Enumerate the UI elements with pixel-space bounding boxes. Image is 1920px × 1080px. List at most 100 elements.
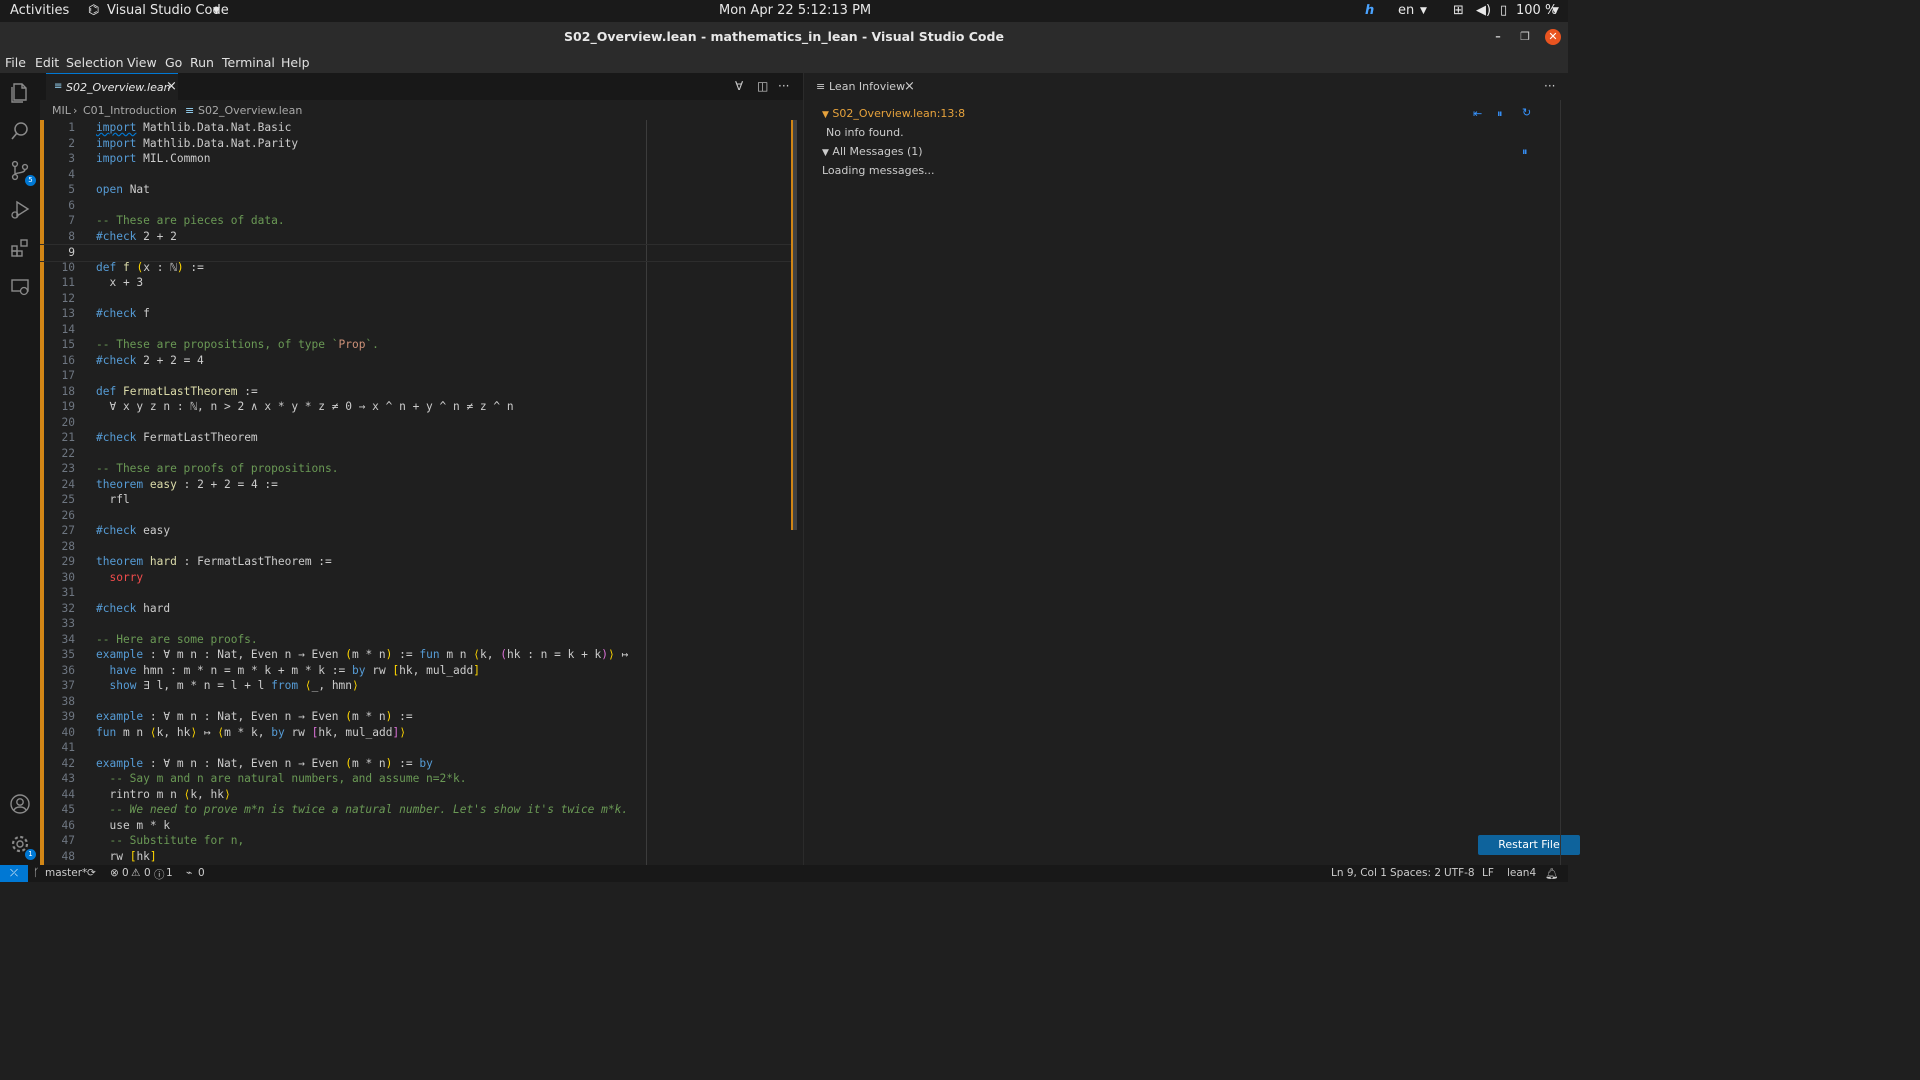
- end-of-line[interactable]: LF: [1482, 867, 1494, 879]
- code-line[interactable]: 6: [40, 198, 795, 214]
- code-line[interactable]: 15 -- These are propositions, of type `Pr…: [40, 337, 795, 353]
- notifications-bell-icon[interactable]: 🔔︎: [1545, 867, 1558, 880]
- indentation[interactable]: Spaces: 2: [1390, 867, 1441, 879]
- breadcrumb-folder-mil[interactable]: MIL: [52, 104, 71, 117]
- code-line[interactable]: 35 example : ∀ m n : Nat, Even n → Even (…: [40, 647, 795, 663]
- network-icon[interactable]: ⊞: [1453, 3, 1464, 18]
- code-line[interactable]: 32 #check hard: [40, 601, 795, 617]
- close-window-icon[interactable]: ✕: [1545, 29, 1561, 45]
- code-line[interactable]: 21 #check FermatLastTheorem: [40, 430, 795, 446]
- branch-name[interactable]: master*: [45, 867, 87, 879]
- sync-icon[interactable]: ⟳: [87, 867, 96, 879]
- settings-gear-icon[interactable]: 1: [8, 833, 36, 860]
- run-debug-icon[interactable]: [8, 198, 32, 222]
- menu-file[interactable]: File: [5, 55, 26, 70]
- breadcrumb-file[interactable]: S02_Overview.lean: [198, 104, 302, 117]
- split-editor-icon[interactable]: ◫: [757, 79, 768, 93]
- restore-icon[interactable]: ❐: [1517, 29, 1533, 45]
- battery-icon[interactable]: ▯: [1500, 3, 1507, 18]
- accounts-icon[interactable]: [8, 793, 32, 817]
- code-line[interactable]: 45 -- We need to prove m*n is twice a na…: [40, 802, 795, 818]
- minimize-icon[interactable]: –: [1490, 29, 1506, 45]
- activities-button[interactable]: Activities: [10, 3, 69, 18]
- cursor-position[interactable]: Ln 9, Col 1: [1331, 867, 1387, 879]
- encoding[interactable]: UTF-8: [1444, 867, 1475, 879]
- menu-selection[interactable]: Selection: [66, 55, 124, 70]
- tab-s02-overview[interactable]: ≡ S02_Overview.lean ×: [46, 73, 178, 101]
- code-line[interactable]: 46 use m * k: [40, 818, 795, 834]
- code-line[interactable]: 24 theorem easy : 2 + 2 = 4 :=: [40, 477, 795, 493]
- explorer-icon[interactable]: [8, 81, 32, 105]
- code-line[interactable]: 13 #check f: [40, 306, 795, 322]
- code-line[interactable]: 26: [40, 508, 795, 524]
- language-indicator[interactable]: en: [1398, 3, 1414, 18]
- code-line[interactable]: 40 fun m n ⟨k, hk⟩ ↦ ⟨m * k, by rw [hk, m…: [40, 725, 795, 741]
- code-line[interactable]: 11 x + 3: [40, 275, 795, 291]
- extensions-icon[interactable]: [8, 237, 32, 261]
- code-line[interactable]: 3 import MIL.Common: [40, 151, 795, 167]
- code-line[interactable]: 1 import Mathlib.Data.Nat.Basic: [40, 120, 795, 136]
- menu-view[interactable]: View: [127, 55, 157, 70]
- code-line[interactable]: 22: [40, 446, 795, 462]
- menu-run[interactable]: Run: [190, 55, 214, 70]
- close-tab-icon[interactable]: ×: [166, 79, 177, 94]
- hp-tray-icon[interactable]: ℎ: [1365, 3, 1374, 18]
- code-line[interactable]: 23 -- These are proofs of propositions.: [40, 461, 795, 477]
- code-line[interactable]: 19 ∀ x y z n : ℕ, n > 2 ∧ x * y * z ≠ 0 …: [40, 399, 795, 415]
- code-line[interactable]: 5 open Nat: [40, 182, 795, 198]
- code-line[interactable]: 25 rfl: [40, 492, 795, 508]
- code-line[interactable]: 34 -- Here are some proofs.: [40, 632, 795, 648]
- code-line[interactable]: 36 have hmn : m * n = m * k + m * k := b…: [40, 663, 795, 679]
- close-infoview-icon[interactable]: ×: [904, 79, 915, 94]
- code-line[interactable]: 47 -- Substitute for n,: [40, 833, 795, 849]
- code-line[interactable]: 16 #check 2 + 2 = 4: [40, 353, 795, 369]
- code-line[interactable]: 27 #check easy: [40, 523, 795, 539]
- code-line[interactable]: 7 -- These are pieces of data.: [40, 213, 795, 229]
- menu-edit[interactable]: Edit: [35, 55, 59, 70]
- language-mode[interactable]: lean4: [1507, 867, 1536, 879]
- volume-icon[interactable]: ◀): [1476, 3, 1491, 18]
- code-line[interactable]: 42 example : ∀ m n : Nat, Even n → Even (…: [40, 756, 795, 772]
- error-count[interactable]: 0: [122, 867, 129, 879]
- refresh-icon[interactable]: ↻: [1522, 106, 1531, 119]
- code-line[interactable]: 4: [40, 167, 795, 183]
- remote-explorer-icon[interactable]: [8, 276, 32, 300]
- source-control-icon[interactable]: 5: [8, 159, 36, 186]
- breadcrumb-folder-chapter[interactable]: C01_Introduction: [83, 104, 177, 117]
- code-line[interactable]: 20: [40, 415, 795, 431]
- infoview-more-actions-icon[interactable]: ···: [1544, 79, 1555, 93]
- warning-count[interactable]: 0: [144, 867, 151, 879]
- code-line[interactable]: 31: [40, 585, 795, 601]
- code-line[interactable]: 39 example : ∀ m n : Nat, Even n → Even (…: [40, 709, 795, 725]
- app-menu-button[interactable]: Visual Studio Code: [107, 3, 229, 18]
- code-editor[interactable]: 1 import Mathlib.Data.Nat.Basic 2 import M…: [40, 120, 803, 865]
- restart-file-button[interactable]: Restart File: [1478, 835, 1580, 855]
- code-line[interactable]: 30 sorry: [40, 570, 795, 586]
- code-line[interactable]: 18 def FermatLastTheorem :=: [40, 384, 795, 400]
- position-header[interactable]: ▼ S02_Overview.lean:13:8: [822, 107, 965, 120]
- messages-pause-icon[interactable]: ⏸: [1522, 145, 1528, 159]
- more-actions-icon[interactable]: ···: [778, 79, 789, 93]
- pin-icon[interactable]: ⇤: [1473, 107, 1482, 120]
- code-line[interactable]: 38: [40, 694, 795, 710]
- code-line[interactable]: 14: [40, 322, 795, 338]
- lean-filter-icon[interactable]: ∀: [735, 79, 743, 93]
- code-line[interactable]: 29 theorem hard : FermatLastTheorem :=: [40, 554, 795, 570]
- code-line[interactable]: 33: [40, 616, 795, 632]
- code-line[interactable]: 2 import Mathlib.Data.Nat.Parity: [40, 136, 795, 152]
- code-line[interactable]: 37 show ∃ l, m * n = l + l from ⟨_, hmn⟩: [40, 678, 795, 694]
- menu-go[interactable]: Go: [165, 55, 182, 70]
- menu-terminal[interactable]: Terminal: [222, 55, 275, 70]
- code-line[interactable]: 8 #check 2 + 2: [40, 229, 795, 245]
- code-line[interactable]: 17: [40, 368, 795, 384]
- code-line[interactable]: 12: [40, 291, 795, 307]
- infoview-scrollbar-track[interactable]: [1560, 100, 1561, 865]
- system-menu-chevron-down-icon[interactable]: ▼: [1552, 6, 1559, 16]
- ports-count[interactable]: 0: [198, 867, 205, 879]
- code-line[interactable]: 44 rintro m n ⟨k, hk⟩: [40, 787, 795, 803]
- clock[interactable]: Mon Apr 22 5:12:13 PM: [719, 3, 871, 18]
- remote-indicator-icon[interactable]: ⤫: [0, 865, 28, 882]
- all-messages-header[interactable]: ▼ All Messages (1): [822, 145, 923, 158]
- code-line[interactable]: 41: [40, 740, 795, 756]
- menu-help[interactable]: Help: [281, 55, 310, 70]
